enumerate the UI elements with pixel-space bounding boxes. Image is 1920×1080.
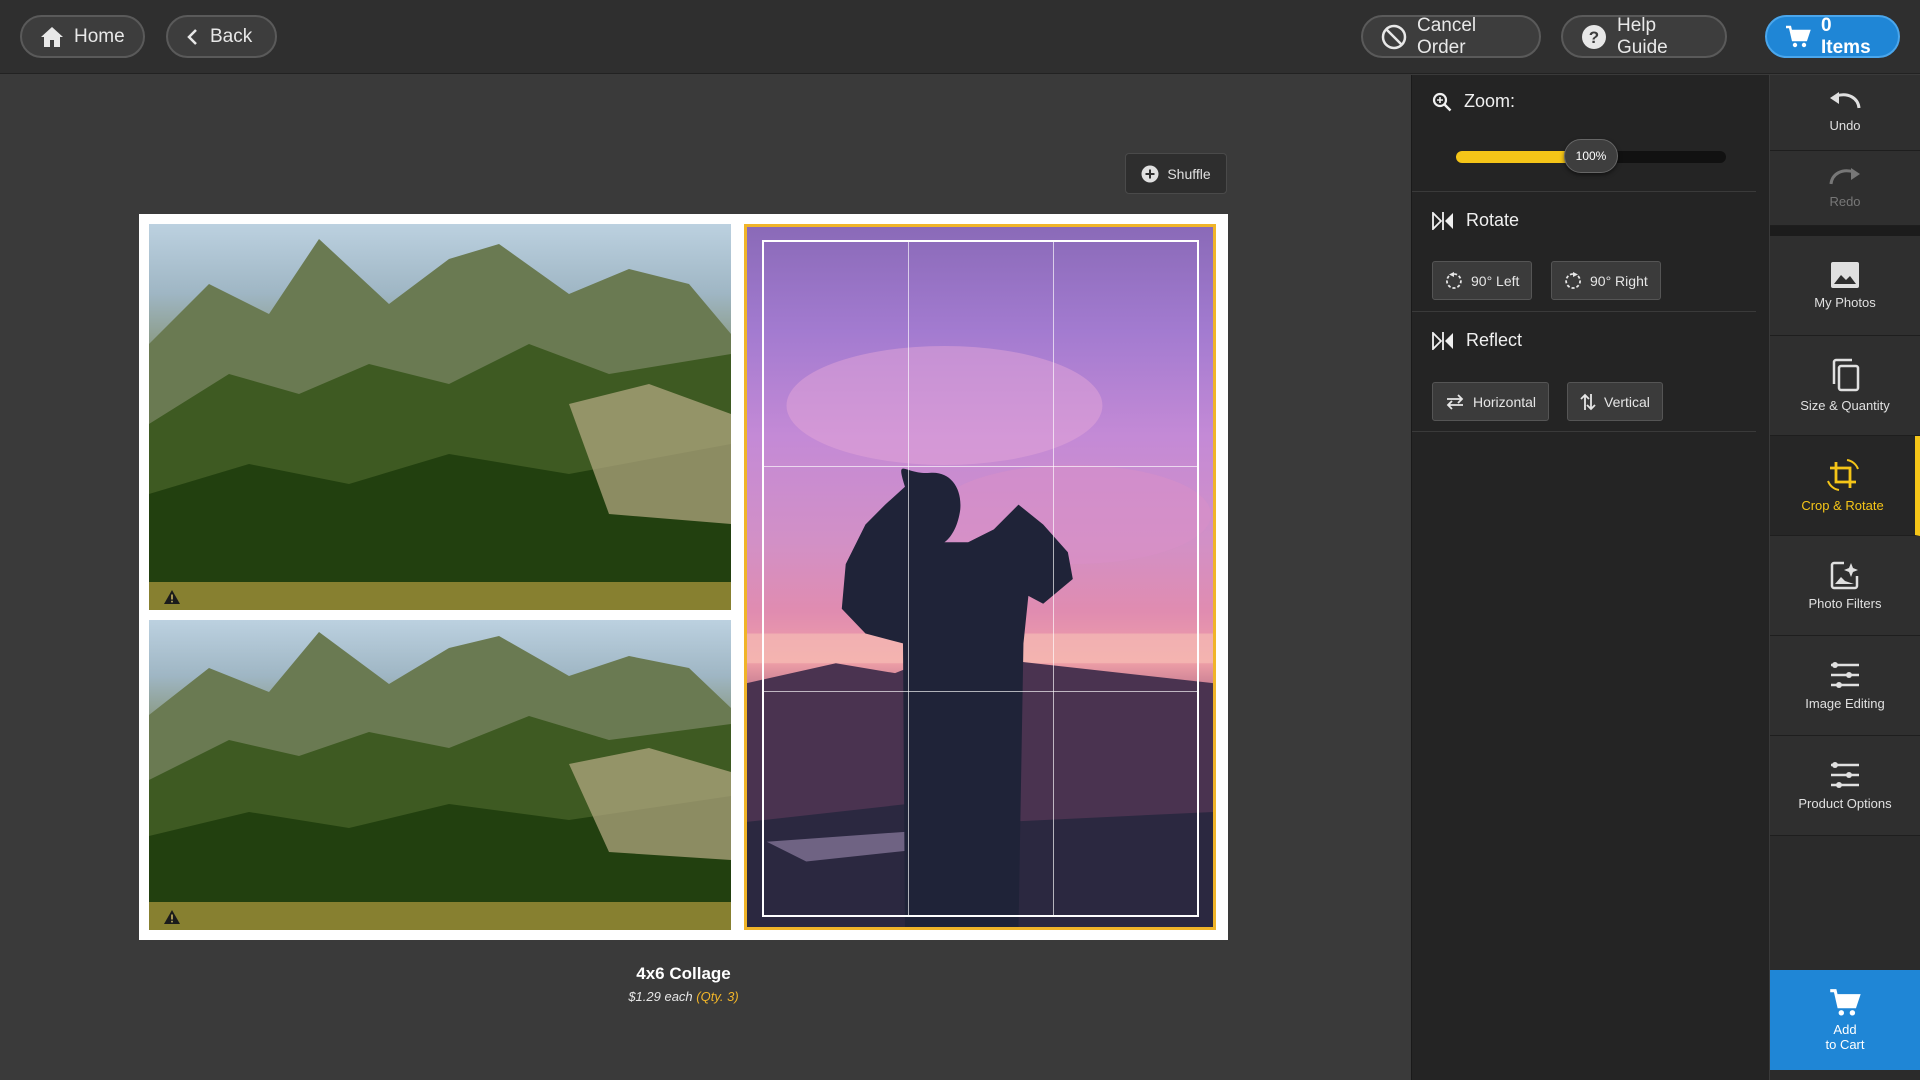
svg-text:?: ? — [1589, 28, 1599, 47]
photo-slot-sunset-selected[interactable] — [744, 224, 1216, 930]
cart-icon — [1830, 989, 1861, 1016]
rotate-label: Rotate — [1466, 210, 1520, 230]
cart-button[interactable]: 0 Items — [1765, 15, 1900, 58]
plus-circle-icon — [1141, 165, 1159, 182]
rotate-right-button[interactable]: 90° Right — [1551, 261, 1661, 300]
undo-button[interactable]: Undo — [1770, 75, 1920, 151]
back-button[interactable]: Back — [166, 15, 277, 58]
rotate-section: Rotate 90° Left 90° Right — [1412, 192, 1756, 312]
crop-rotate-label: Crop & Rotate — [1801, 498, 1884, 513]
product-price: $1.29 each (Qty. 3) — [139, 989, 1228, 1004]
add-to-cart-button[interactable]: Add to Cart — [1770, 970, 1920, 1070]
crop-grid-line — [1052, 242, 1054, 915]
crop-rotate-icon — [1826, 459, 1859, 491]
flip-icon — [1432, 331, 1453, 350]
undo-label: Undo — [1829, 118, 1861, 133]
rotate-left-label: 90° Left — [1471, 272, 1520, 289]
rail-divider — [1770, 226, 1920, 236]
crop-rotate-panel: Zoom: 100% Rotate 90° Left 90° Right Ref… — [1411, 75, 1769, 1080]
photo-slot-mountain-bottom[interactable] — [149, 620, 731, 930]
mountain-image — [149, 632, 731, 930]
photo-filters-button[interactable]: Photo Filters — [1770, 536, 1920, 636]
copy-icon — [1832, 358, 1860, 392]
horizontal-label: Horizontal — [1473, 393, 1537, 410]
rotate-right-icon — [1565, 271, 1581, 289]
zoom-slider[interactable]: 100% — [1456, 139, 1726, 173]
tool-rail: Undo Redo My Photos Size & Quantity Crop… — [1770, 75, 1920, 1080]
price-text: $1.29 each — [628, 989, 693, 1004]
rotate-right-label: 90° Right — [1590, 272, 1648, 289]
home-button[interactable]: Home — [20, 15, 145, 58]
sliders-icon — [1831, 662, 1859, 688]
reflect-label: Reflect — [1466, 330, 1523, 350]
top-bar: Home Back Cancel Order ? Help Guide 0 It… — [0, 0, 1920, 74]
sliders-icon — [1831, 762, 1859, 788]
photo-filters-label: Photo Filters — [1808, 596, 1882, 611]
cancel-order-button[interactable]: Cancel Order — [1361, 15, 1541, 58]
size-quantity-label: Size & Quantity — [1800, 398, 1890, 413]
size-quantity-button[interactable]: Size & Quantity — [1770, 336, 1920, 436]
zoom-icon — [1432, 92, 1452, 111]
product-title: 4x6 Collage — [636, 964, 731, 983]
my-photos-label: My Photos — [1814, 295, 1876, 310]
redo-icon — [1829, 167, 1860, 184]
rotate-left-button[interactable]: 90° Left — [1432, 261, 1533, 300]
crop-grid[interactable] — [762, 240, 1199, 917]
image-editing-button[interactable]: Image Editing — [1770, 636, 1920, 736]
low-resolution-strip — [149, 582, 731, 610]
cart-icon — [1786, 25, 1811, 47]
undo-icon — [1830, 92, 1861, 109]
crop-grid-line — [764, 466, 1197, 468]
low-resolution-strip — [149, 902, 731, 930]
crop-grid-line — [764, 690, 1197, 692]
cart-count-label: 0 Items — [1821, 14, 1871, 58]
swap-vertical-icon — [1580, 393, 1596, 410]
rotate-header: Rotate — [1432, 210, 1519, 231]
help-icon: ? — [1582, 24, 1606, 49]
help-guide-label: Help Guide — [1617, 14, 1668, 58]
photo-slot-mountain-top[interactable] — [149, 224, 731, 610]
crop-rotate-button[interactable]: Crop & Rotate — [1770, 436, 1920, 536]
home-icon — [41, 26, 63, 47]
crop-grid-line — [908, 242, 910, 915]
add-label: Add — [1833, 1022, 1857, 1037]
collage-print — [139, 214, 1228, 940]
image-icon — [1831, 262, 1859, 288]
product-options-button[interactable]: Product Options — [1770, 736, 1920, 836]
filter-sparkle-icon — [1830, 561, 1859, 590]
vertical-label: Vertical — [1604, 393, 1650, 410]
zoom-header: Zoom: — [1432, 91, 1515, 112]
warning-icon — [164, 910, 180, 924]
swap-horizontal-icon — [1446, 393, 1464, 410]
to-cart-label: to Cart — [1825, 1037, 1865, 1052]
back-label: Back — [210, 25, 253, 47]
redo-button[interactable]: Redo — [1770, 151, 1920, 226]
product-options-label: Product Options — [1798, 796, 1892, 811]
quantity-text: (Qty. 3) — [696, 989, 739, 1004]
reflect-section: Reflect Horizontal Vertical — [1412, 312, 1756, 432]
image-editing-label: Image Editing — [1805, 696, 1885, 711]
prohibited-icon — [1381, 24, 1407, 49]
home-label: Home — [74, 25, 125, 47]
zoom-slider-handle[interactable]: 100% — [1564, 139, 1618, 173]
my-photos-button[interactable]: My Photos — [1770, 236, 1920, 336]
mountain-image — [149, 239, 731, 610]
shuffle-button[interactable]: Shuffle — [1125, 153, 1227, 194]
chevron-left-icon — [187, 28, 197, 45]
zoom-section: Zoom: 100% — [1412, 75, 1756, 192]
redo-label: Redo — [1829, 193, 1861, 209]
warning-icon — [164, 590, 180, 604]
help-guide-button[interactable]: ? Help Guide — [1561, 15, 1727, 58]
cancel-order-label: Cancel Order — [1417, 14, 1477, 58]
zoom-label: Zoom: — [1464, 91, 1516, 111]
reflect-header: Reflect — [1432, 330, 1522, 351]
flip-icon — [1432, 211, 1453, 230]
rotate-left-icon — [1446, 271, 1462, 289]
reflect-horizontal-button[interactable]: Horizontal — [1432, 382, 1550, 421]
reflect-vertical-button[interactable]: Vertical — [1567, 382, 1663, 421]
shuffle-label: Shuffle — [1167, 165, 1211, 182]
